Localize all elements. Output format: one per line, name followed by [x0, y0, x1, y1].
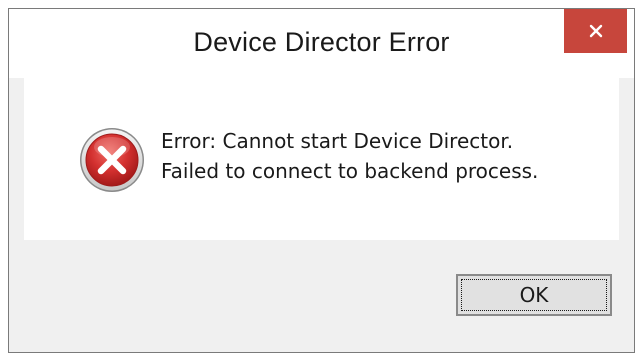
- error-message-line-2: Failed to connect to backend process.: [161, 159, 539, 183]
- error-dialog-window: Device Director Error Error: Cannot star…: [8, 8, 635, 353]
- window-title: Device Director Error: [193, 27, 450, 57]
- error-message: Error: Cannot start Device Director. Fai…: [161, 126, 538, 186]
- title-bar[interactable]: Device Director Error: [9, 9, 634, 78]
- message-area: Error: Cannot start Device Director. Fai…: [24, 78, 619, 240]
- dialog-body: Error: Cannot start Device Director. Fai…: [24, 78, 619, 337]
- ok-button[interactable]: OK: [456, 274, 612, 316]
- close-button[interactable]: [564, 9, 627, 53]
- error-icon: [80, 128, 144, 192]
- error-message-line-1: Error: Cannot start Device Director.: [161, 129, 514, 153]
- close-icon: [589, 24, 602, 38]
- ok-button-label: OK: [519, 283, 549, 307]
